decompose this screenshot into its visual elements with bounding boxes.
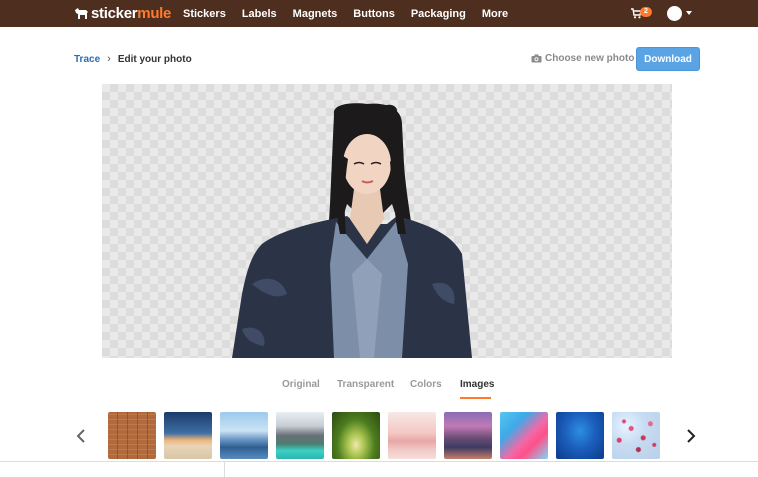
pink-blue-paint-thumbnail[interactable] [500,412,548,459]
download-button[interactable]: Download [636,47,700,71]
page-title: Edit your photo [117,53,192,65]
chevron-left-icon[interactable] [74,428,88,444]
breadcrumb: Trace › Edit your photo [74,53,192,65]
stickermule-logo[interactable]: stickermule [74,5,171,22]
nav-links: Stickers Labels Magnets Buttons Packagin… [183,0,524,27]
user-avatar[interactable] [667,6,682,21]
nav-labels[interactable]: Labels [242,8,277,20]
cart-count-badge: 2 [640,7,652,17]
photo-canvas[interactable] [102,84,672,358]
choose-new-photo-button[interactable]: Choose new photo [531,52,634,65]
tab-original[interactable]: Original [282,379,320,390]
logo-text: stickermule [91,5,172,22]
account-caret-icon[interactable] [686,11,692,15]
chevron-right-icon[interactable] [684,428,698,444]
cherry-blossom-thumbnail[interactable] [612,412,660,459]
active-tab-indicator [460,397,491,399]
nav-more[interactable]: More [482,8,508,20]
beach-sunset-thumbnail[interactable] [164,412,212,459]
choose-new-photo-label: Choose new photo [545,53,635,64]
tab-colors[interactable]: Colors [410,379,442,390]
camera-icon [531,54,542,63]
nav-buttons[interactable]: Buttons [353,8,395,20]
breadcrumb-trace-link[interactable]: Trace [74,54,100,65]
cutout-portrait-image [232,103,472,358]
mule-logo-icon [75,8,88,19]
city-canal-thumbnail[interactable] [444,412,492,459]
background-tabs: Original Transparent Colors Images [0,379,758,401]
forest-path-thumbnail[interactable] [332,412,380,459]
nav-magnets[interactable]: Magnets [293,8,338,20]
tab-images[interactable]: Images [460,379,494,390]
pink-hills-thumbnail[interactable] [388,412,436,459]
mountain-lake-thumbnail[interactable] [276,412,324,459]
nav-stickers[interactable]: Stickers [183,8,226,20]
bottom-divider-tick [224,461,225,477]
bottom-divider [0,461,758,462]
tab-transparent[interactable]: Transparent [337,379,394,390]
chevron-right-separator-icon: › [107,53,111,65]
top-navigation-bar: stickermule Stickers Labels Magnets Butt… [0,0,758,27]
nav-packaging[interactable]: Packaging [411,8,466,20]
cart-button[interactable]: 2 [631,7,653,21]
underwater-thumbnail[interactable] [556,412,604,459]
brick-wall-thumbnail[interactable] [108,412,156,459]
blue-mountains-thumbnail[interactable] [220,412,268,459]
